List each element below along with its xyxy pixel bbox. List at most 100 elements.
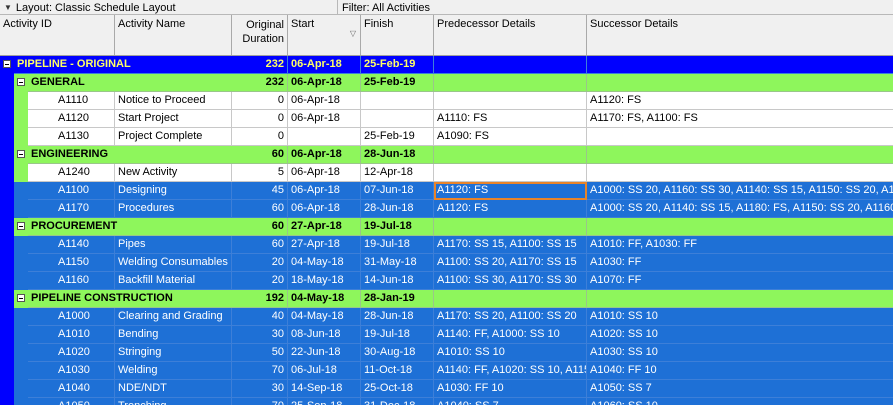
column-header-original-duration[interactable]: Original Duration	[232, 15, 288, 55]
finish-date-cell[interactable]: 19-Jul-18	[361, 236, 434, 254]
activity-name-cell[interactable]: Stringing	[115, 344, 232, 362]
start-date-cell[interactable]: 04-May-18	[288, 254, 361, 272]
activity-id-cell[interactable]: A1160	[28, 272, 115, 290]
duration-cell[interactable]: 20	[232, 272, 288, 290]
predecessor-cell[interactable]: A1140: FF, A1000: SS 10	[434, 326, 587, 344]
activity-id-cell[interactable]: A1100	[28, 182, 115, 200]
activity-id-cell[interactable]: A1030	[28, 362, 115, 380]
column-header-activity-name[interactable]: Activity Name	[115, 15, 232, 55]
start-date-cell[interactable]: 06-Apr-18	[288, 74, 361, 92]
successor-cell[interactable]: A1020: SS 10	[587, 326, 893, 344]
activity-name-cell[interactable]: Trenching	[115, 398, 232, 405]
predecessor-cell[interactable]	[434, 74, 587, 92]
finish-date-cell[interactable]: 28-Jun-18	[361, 146, 434, 164]
duration-cell[interactable]: 60	[232, 236, 288, 254]
activity-name-cell[interactable]: Backfill Material	[115, 272, 232, 290]
finish-date-cell[interactable]: 19-Jul-18	[361, 218, 434, 236]
column-header-start[interactable]: Start ▽	[288, 15, 361, 55]
start-date-cell[interactable]: 06-Apr-18	[288, 182, 361, 200]
filter-label[interactable]: Filter: All Activities	[342, 0, 430, 15]
start-date-cell[interactable]: 22-Jun-18	[288, 344, 361, 362]
duration-cell[interactable]: 60	[232, 146, 288, 164]
successor-cell[interactable]: A1070: FF	[587, 272, 893, 290]
successor-cell[interactable]: A1010: SS 10	[587, 308, 893, 326]
finish-date-cell[interactable]: 25-Feb-19	[361, 74, 434, 92]
successor-cell[interactable]: A1010: FF, A1030: FF	[587, 236, 893, 254]
start-date-cell[interactable]: 04-May-18	[288, 308, 361, 326]
predecessor-cell[interactable]: A1090: FS	[434, 128, 587, 146]
activity-id-cell[interactable]: A1240	[28, 164, 115, 182]
activity-id-cell[interactable]: A1010	[28, 326, 115, 344]
activity-id-cell[interactable]: A1130	[28, 128, 115, 146]
activity-name-cell[interactable]: Welding Consumables	[115, 254, 232, 272]
successor-cell[interactable]: A1000: SS 20, A1160: SS 30, A1140: SS 15…	[587, 182, 893, 200]
successor-cell[interactable]: A1060: SS 10	[587, 398, 893, 405]
collapse-toggle-icon[interactable]	[17, 150, 25, 158]
predecessor-cell[interactable]: A1170: SS 15, A1100: SS 15	[434, 236, 587, 254]
activity-name-cell[interactable]: NDE/NDT	[115, 380, 232, 398]
duration-cell[interactable]: 0	[232, 128, 288, 146]
finish-date-cell[interactable]: 12-Apr-18	[361, 164, 434, 182]
column-header-successor-details[interactable]: Successor Details	[587, 15, 893, 55]
activity-name-cell[interactable]: Pipes	[115, 236, 232, 254]
duration-cell[interactable]: 45	[232, 182, 288, 200]
collapse-toggle-icon[interactable]	[17, 78, 25, 86]
collapse-toggle-icon[interactable]	[3, 60, 11, 68]
activity-name-cell[interactable]: New Activity	[115, 164, 232, 182]
collapse-toggle-icon[interactable]	[17, 294, 25, 302]
duration-cell[interactable]: 232	[232, 56, 288, 74]
duration-cell[interactable]: 20	[232, 254, 288, 272]
predecessor-cell[interactable]: A1140: FF, A1020: SS 10, A115	[434, 362, 587, 380]
successor-cell[interactable]: A1170: FS, A1100: FS	[587, 110, 893, 128]
predecessor-cell[interactable]: A1030: FF 10	[434, 380, 587, 398]
predecessor-cell[interactable]	[434, 290, 587, 308]
predecessor-cell[interactable]: A1110: FS	[434, 110, 587, 128]
predecessor-cell[interactable]: A1170: SS 20, A1100: SS 20	[434, 308, 587, 326]
finish-date-cell[interactable]: 19-Jul-18	[361, 326, 434, 344]
successor-cell[interactable]	[587, 56, 893, 74]
predecessor-cell[interactable]: A1040: SS 7	[434, 398, 587, 405]
activity-row[interactable]: A1110 Notice to Proceed 0 06-Apr-18 A1120: F…	[0, 92, 893, 110]
successor-cell[interactable]: A1120: FS	[587, 92, 893, 110]
successor-cell[interactable]: A1030: FF	[587, 254, 893, 272]
duration-cell[interactable]: 60	[232, 218, 288, 236]
activity-id-cell[interactable]: A1140	[28, 236, 115, 254]
activity-row[interactable]: A1130 Project Complete 0 25-Feb-19 A1090: FS	[0, 128, 893, 146]
successor-cell[interactable]: A1040: FF 10	[587, 362, 893, 380]
activity-row[interactable]: A1000 Clearing and Grading 40 04-May-18 28-J…	[0, 308, 893, 326]
activity-row[interactable]: A1240 New Activity 5 06-Apr-18 12-Apr-18	[0, 164, 893, 182]
start-date-cell[interactable]: 14-Sep-18	[288, 380, 361, 398]
wbs-row[interactable]: ENGINEERING 60 06-Apr-18 28-Jun-18	[0, 146, 893, 164]
start-date-cell[interactable]: 04-May-18	[288, 290, 361, 308]
activity-id-cell[interactable]: A1000	[28, 308, 115, 326]
finish-date-cell[interactable]: 25-Feb-19	[361, 56, 434, 74]
successor-cell[interactable]: A1030: SS 10	[587, 344, 893, 362]
activity-row[interactable]: A1010 Bending 30 08-Jun-18 19-Jul-18 A1140: F…	[0, 326, 893, 344]
duration-cell[interactable]: 30	[232, 326, 288, 344]
duration-cell[interactable]: 0	[232, 110, 288, 128]
start-date-cell[interactable]: 06-Apr-18	[288, 200, 361, 218]
duration-cell[interactable]: 192	[232, 290, 288, 308]
finish-date-cell[interactable]	[361, 92, 434, 110]
activity-row[interactable]: A1050Trenching7025-Sep-1831-Dec-18A1040:…	[0, 398, 893, 405]
start-date-cell[interactable]: 06-Apr-18	[288, 146, 361, 164]
activity-id-cell[interactable]: A1150	[28, 254, 115, 272]
activity-row[interactable]: A1120 Start Project 0 06-Apr-18 A1110: FS A11…	[0, 110, 893, 128]
finish-date-cell[interactable]: 28-Jan-19	[361, 290, 434, 308]
activity-name-cell[interactable]: Project Complete	[115, 128, 232, 146]
activity-id-cell[interactable]: A1020	[28, 344, 115, 362]
predecessor-cell[interactable]: A1120: FS	[434, 200, 587, 218]
start-date-cell[interactable]	[288, 128, 361, 146]
wbs-row[interactable]: PIPELINE CONSTRUCTION 192 04-May-18 28-Jan-…	[0, 290, 893, 308]
wbs-row[interactable]: PROCUREMENT 60 27-Apr-18 19-Jul-18	[0, 218, 893, 236]
activity-row[interactable]: A1030 Welding 70 06-Jul-18 11-Oct-18 A1140: F…	[0, 362, 893, 380]
successor-cell[interactable]	[587, 74, 893, 92]
duration-cell[interactable]: 60	[232, 200, 288, 218]
finish-date-cell[interactable]: 31-Dec-18	[361, 398, 434, 405]
activity-id-cell[interactable]: A1170	[28, 200, 115, 218]
column-header-activity-id[interactable]: Activity ID	[0, 15, 115, 55]
start-date-cell[interactable]: 06-Apr-18	[288, 110, 361, 128]
duration-cell[interactable]: 70	[232, 362, 288, 380]
successor-cell[interactable]	[587, 290, 893, 308]
activity-name-cell[interactable]: Notice to Proceed	[115, 92, 232, 110]
